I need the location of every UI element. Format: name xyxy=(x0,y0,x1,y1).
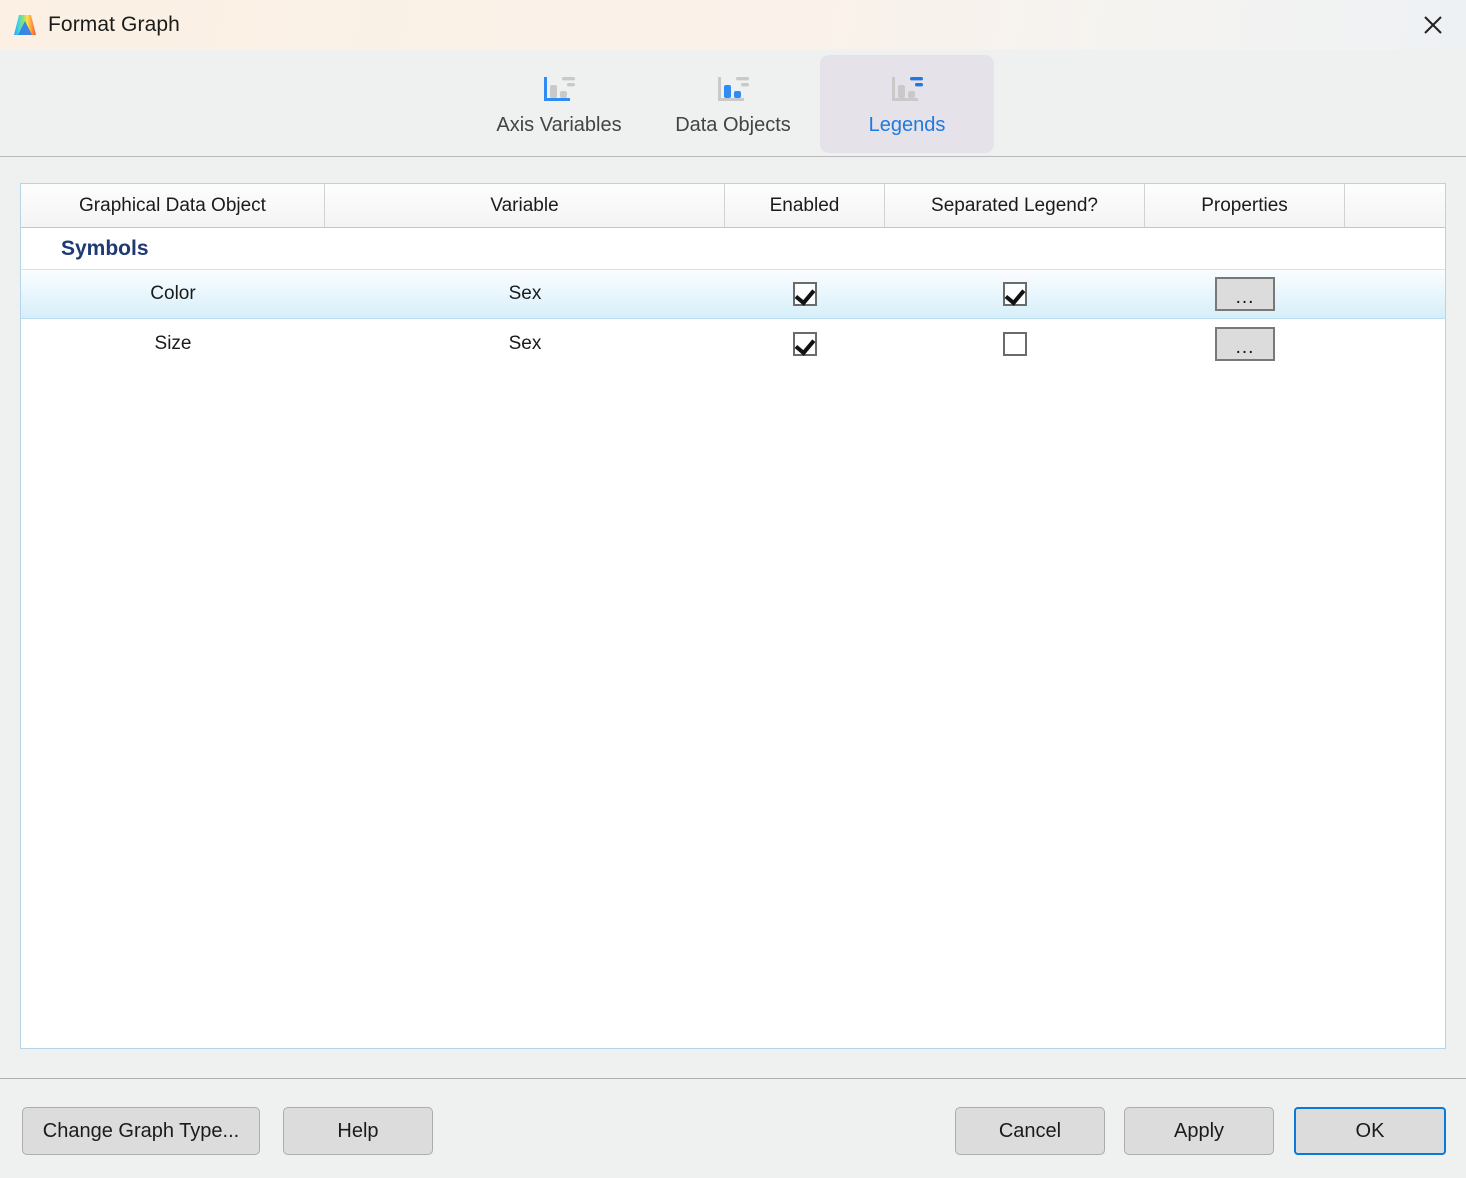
column-header-enabled[interactable]: Enabled xyxy=(725,184,885,227)
row-variable-name[interactable]: Sex xyxy=(325,270,725,318)
data-objects-chart-icon xyxy=(711,70,755,110)
row-object-name: Size xyxy=(21,319,325,369)
legends-chart-icon xyxy=(885,70,929,110)
tab-legends[interactable]: Legends xyxy=(820,55,994,153)
window-title: Format Graph xyxy=(48,13,180,37)
table-row[interactable]: Color Sex ... xyxy=(21,269,1445,319)
row-blank-cell xyxy=(1345,319,1445,369)
enabled-checkbox[interactable] xyxy=(793,282,817,306)
column-header-graphical-data-object[interactable]: Graphical Data Object xyxy=(21,184,325,227)
row-object-name: Color xyxy=(21,270,325,318)
table-group-symbols[interactable]: Symbols xyxy=(21,228,1445,269)
tab-axis-variables[interactable]: Axis Variables xyxy=(472,55,646,153)
row-properties-cell: ... xyxy=(1145,319,1345,369)
window-titlebar: Format Graph xyxy=(0,0,1466,50)
column-header-properties[interactable]: Properties xyxy=(1145,184,1345,227)
column-header-variable[interactable]: Variable xyxy=(325,184,725,227)
row-enabled-cell xyxy=(725,319,885,369)
properties-button[interactable]: ... xyxy=(1215,327,1275,361)
apply-button[interactable]: Apply xyxy=(1124,1107,1274,1155)
ok-button[interactable]: OK xyxy=(1294,1107,1446,1155)
row-blank-cell xyxy=(1345,270,1445,318)
row-separated-legend-cell xyxy=(885,270,1145,318)
table-group-label: Symbols xyxy=(61,237,149,261)
separated-legend-checkbox[interactable] xyxy=(1003,282,1027,306)
close-icon[interactable] xyxy=(1400,0,1466,50)
help-button[interactable]: Help xyxy=(283,1107,433,1155)
tab-data-objects-label: Data Objects xyxy=(675,114,791,137)
properties-button[interactable]: ... xyxy=(1215,277,1275,311)
tabstrip-separator xyxy=(0,156,1466,157)
row-enabled-cell xyxy=(725,270,885,318)
legends-table-panel: Graphical Data Object Variable Enabled S… xyxy=(20,183,1446,1049)
row-variable-name[interactable]: Sex xyxy=(325,319,725,369)
table-header-row: Graphical Data Object Variable Enabled S… xyxy=(21,184,1445,228)
change-graph-type-button[interactable]: Change Graph Type... xyxy=(22,1107,260,1155)
column-header-blank xyxy=(1345,184,1445,227)
axis-variables-chart-icon xyxy=(537,70,581,110)
row-properties-cell: ... xyxy=(1145,270,1345,318)
tab-data-objects[interactable]: Data Objects xyxy=(646,55,820,153)
column-header-separated-legend[interactable]: Separated Legend? xyxy=(885,184,1145,227)
dialog-footer: Change Graph Type... Help Cancel Apply O… xyxy=(0,1079,1466,1178)
row-separated-legend-cell xyxy=(885,319,1145,369)
jmp-rainbow-triangle-logo-icon xyxy=(14,15,36,35)
tab-strip: Axis Variables Data Objects xyxy=(0,50,1466,157)
table-row[interactable]: Size Sex ... xyxy=(21,319,1445,369)
cancel-button[interactable]: Cancel xyxy=(955,1107,1105,1155)
separated-legend-checkbox[interactable] xyxy=(1003,332,1027,356)
tab-axis-variables-label: Axis Variables xyxy=(496,114,621,137)
enabled-checkbox[interactable] xyxy=(793,332,817,356)
tab-legends-label: Legends xyxy=(869,114,946,137)
